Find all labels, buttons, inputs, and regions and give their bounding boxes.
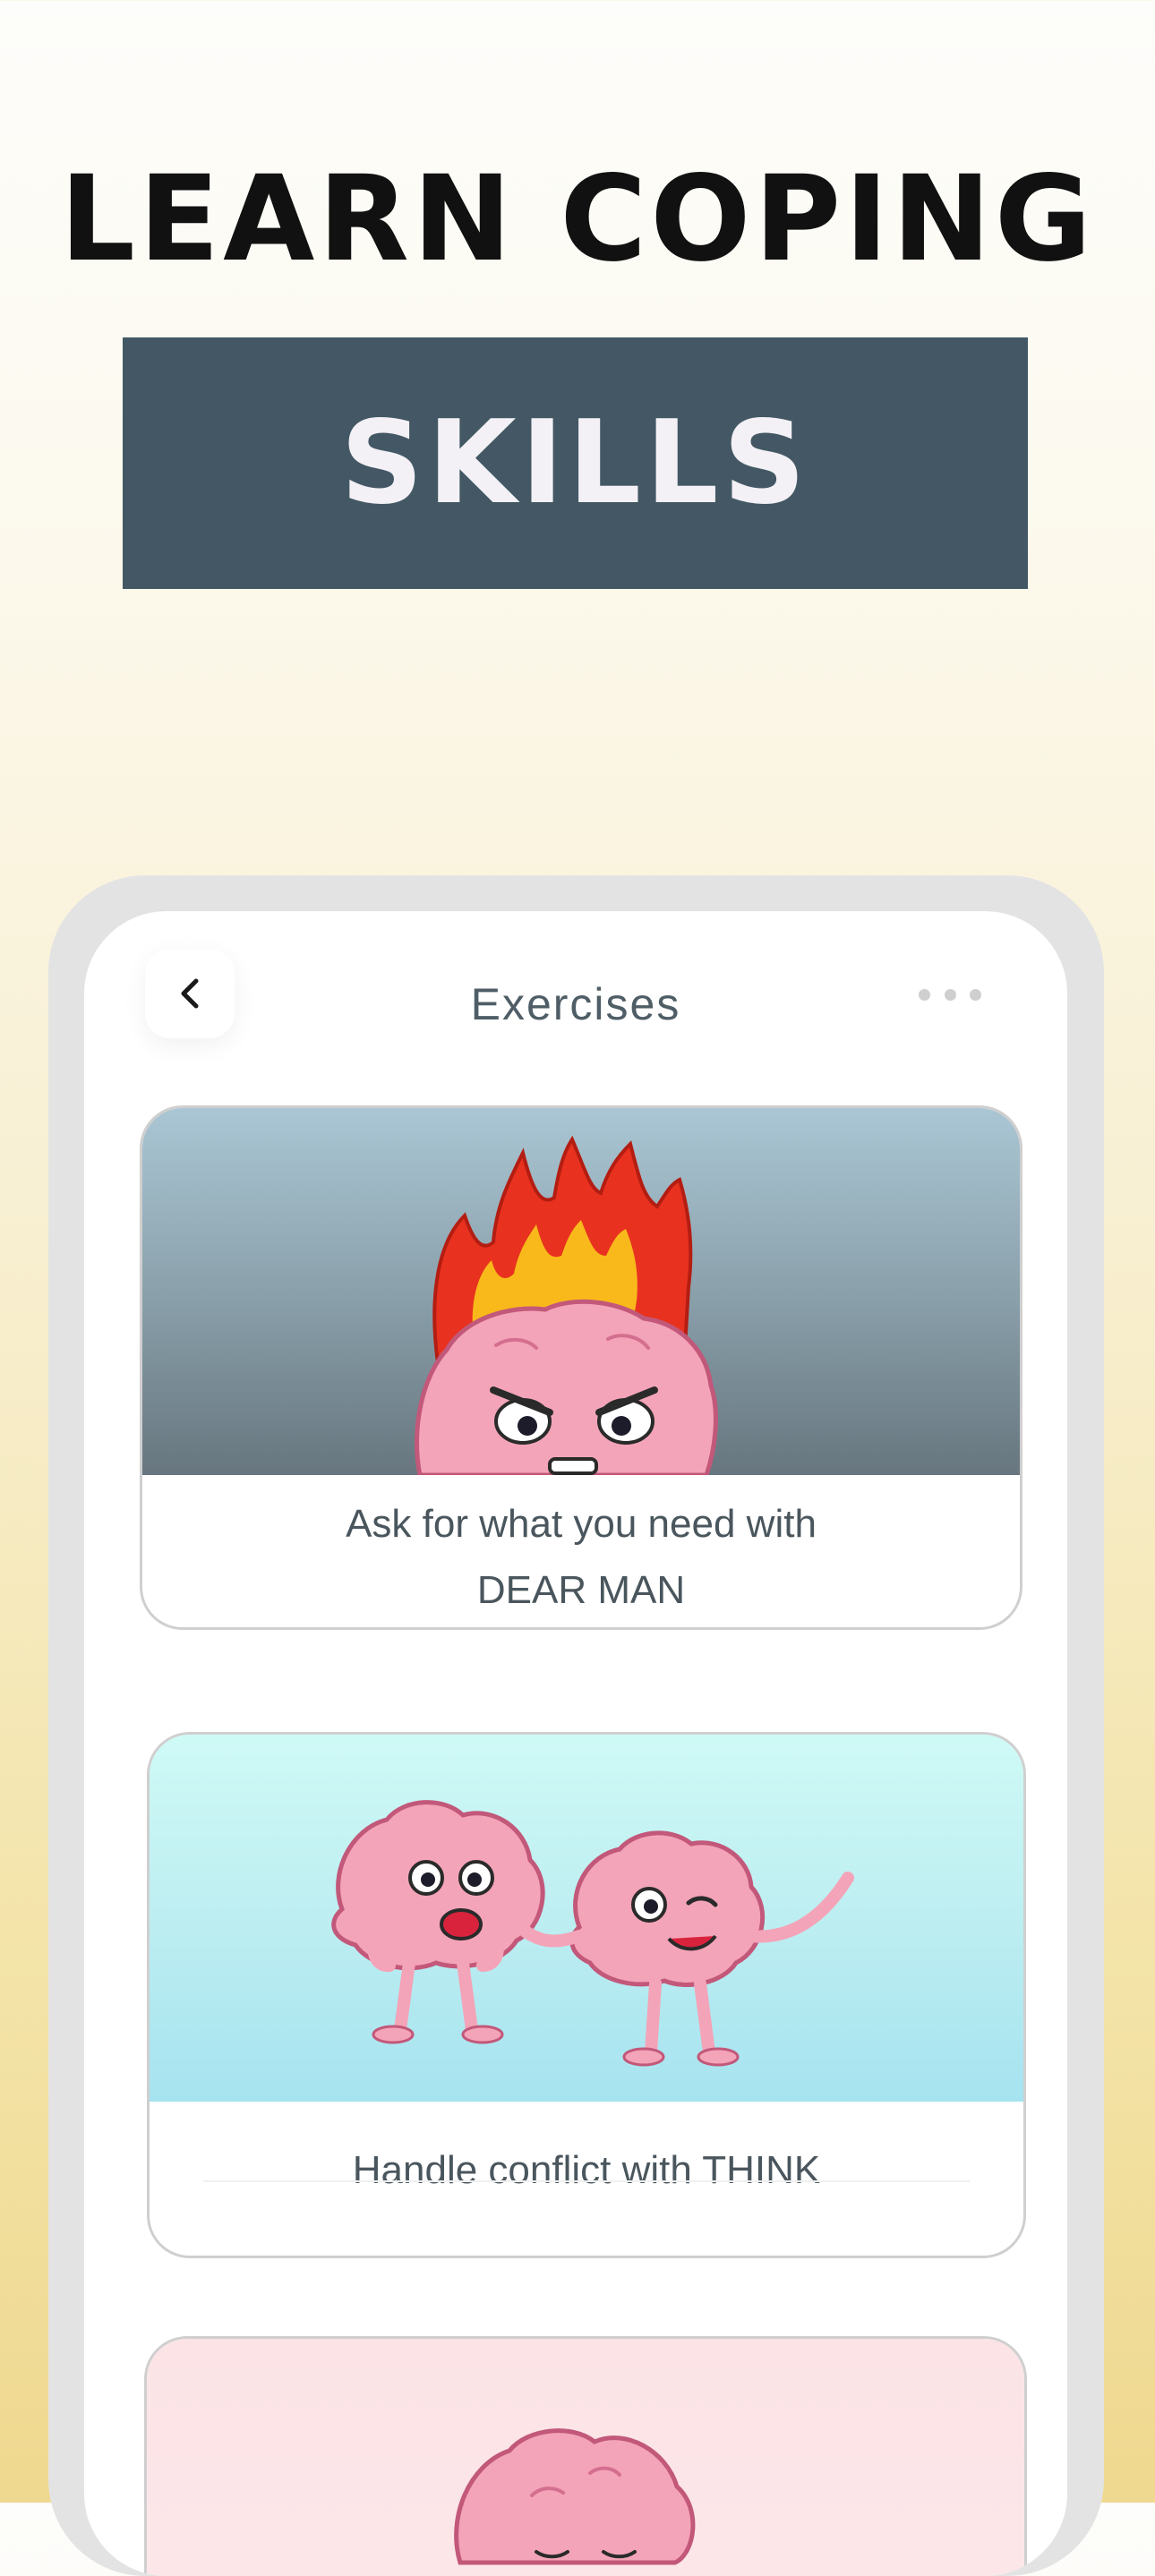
two-brains-illustration bbox=[331, 1800, 854, 2067]
calm-brain-illustration bbox=[454, 2428, 696, 2565]
more-dot bbox=[919, 988, 930, 1001]
phone-screen: Exercises Ask for what you need with DEA… bbox=[84, 911, 1067, 2576]
caption-divider bbox=[203, 2180, 970, 2182]
promo-banner-text: SKILLS bbox=[340, 397, 810, 530]
exercise-card-caption-line2: DEAR MAN bbox=[476, 1568, 686, 1612]
angry-brain-illustration bbox=[415, 1135, 718, 1478]
promo-banner: SKILLS bbox=[123, 337, 1028, 589]
exercise-card-art bbox=[150, 1735, 1023, 2102]
exercise-card-caption-line1: Ask for what you need with bbox=[346, 1502, 817, 1546]
exercise-card-third[interactable] bbox=[144, 2336, 1027, 2576]
promo-headline: LEARN COPING bbox=[59, 150, 1096, 288]
exercise-card-art bbox=[142, 1108, 1020, 1478]
more-dot bbox=[970, 988, 981, 1001]
more-dot bbox=[944, 988, 956, 1001]
more-button[interactable] bbox=[919, 981, 981, 1008]
exercise-card-think[interactable]: Handle conflict with THINK bbox=[147, 1732, 1026, 2258]
exercise-card-caption: Ask for what you need with DEAR MAN bbox=[142, 1491, 1020, 1624]
exercise-card-art bbox=[147, 2339, 1024, 2576]
exercise-card-caption: Handle conflict with THINK bbox=[352, 2148, 821, 2192]
exercise-card-dear-man[interactable]: Ask for what you need with DEAR MAN bbox=[140, 1105, 1022, 1630]
